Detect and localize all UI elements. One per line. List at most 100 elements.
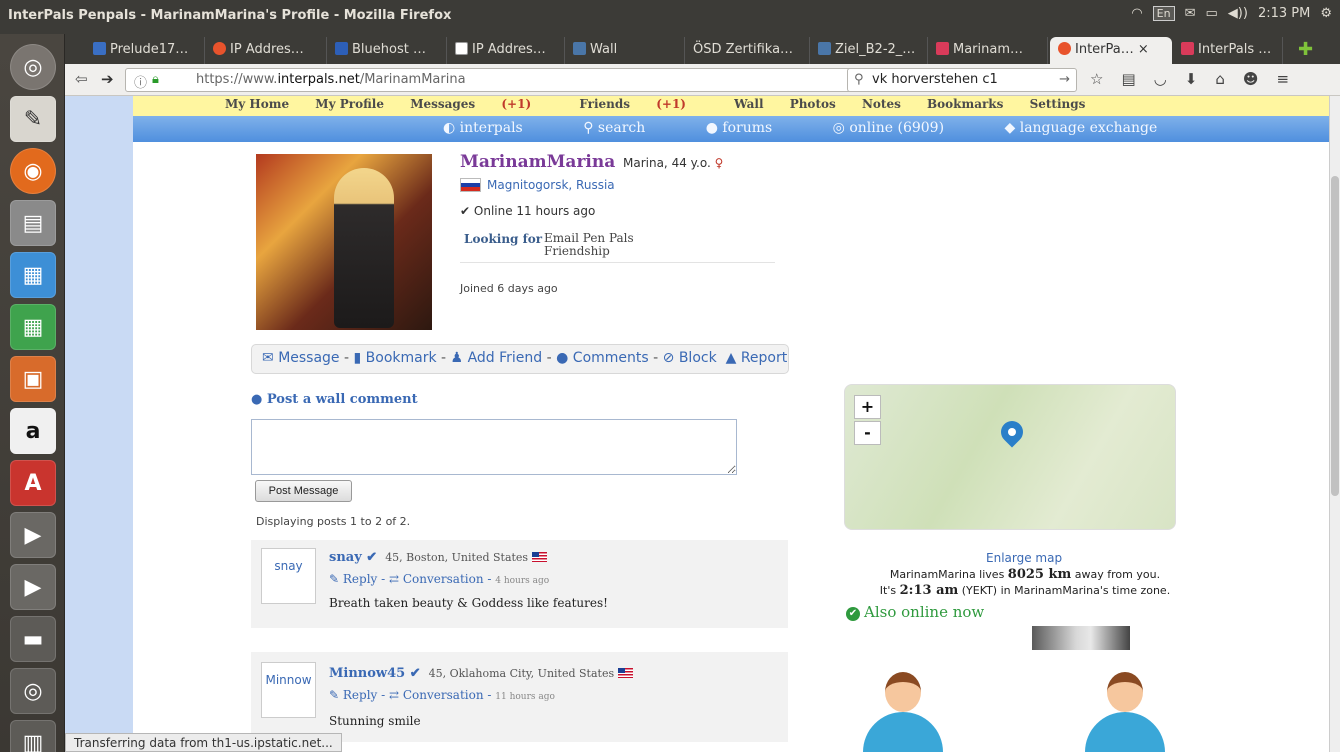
profile-photo[interactable] — [256, 154, 432, 330]
language-exchange-link[interactable]: ◆ language exchange — [1005, 120, 1186, 136]
launcher: ◎ ✎ ◉ ▤ ▦ ▦ ▣ a A ▶ ▶ ▬ ◎ ▥ — [0, 34, 65, 752]
zoom-out-button[interactable]: - — [854, 421, 881, 445]
poster-avatar[interactable]: snay — [261, 548, 316, 604]
ubuntu-dash-icon[interactable]: ◎ — [10, 44, 56, 90]
software-center-icon[interactable]: A — [10, 460, 56, 506]
tab-ip-address[interactable]: IP Addres… — [205, 37, 327, 64]
zoom-in-button[interactable]: + — [854, 395, 881, 419]
volume-icon[interactable]: ◀)) — [1228, 6, 1248, 21]
menu-my-home[interactable]: My Home — [225, 97, 289, 111]
online-user-avatar[interactable] — [863, 672, 943, 752]
search-link[interactable]: ⚲ search — [583, 120, 673, 136]
city-link[interactable]: Magnitogorsk — [487, 178, 568, 192]
menu-settings[interactable]: Settings — [1030, 97, 1086, 111]
menu-icon[interactable]: ≡ — [1276, 70, 1289, 88]
info-icon[interactable]: ⓘ — [134, 72, 147, 91]
wifi-icon[interactable]: ◠ — [1131, 6, 1142, 21]
menu-photos[interactable]: Photos — [790, 97, 836, 111]
url-bar[interactable]: ⓘ 🔒︎ https://www.interpals.net/MarinamMa… — [125, 68, 870, 92]
home-icon[interactable]: ⌂ — [1215, 70, 1225, 88]
verified-icon: ✔ — [409, 666, 421, 681]
vk-icon — [573, 42, 586, 55]
tab-marinam[interactable]: Marinam… — [928, 37, 1048, 64]
poster-avatar[interactable]: Minnow — [261, 662, 316, 718]
message-button[interactable]: ✉ Message — [262, 350, 340, 366]
online-user-avatar[interactable] — [1085, 672, 1165, 752]
firefox-icon[interactable]: ◉ — [10, 148, 56, 194]
new-tab-icon[interactable]: ✚ — [1290, 37, 1330, 64]
post-links: ✎ Reply - ⇄ Conversation - 11 hours ago — [329, 688, 555, 702]
search-go-icon[interactable]: → — [1059, 72, 1070, 87]
bookmark-button[interactable]: ▮ Bookmark — [354, 350, 437, 366]
conversation-link[interactable]: ⇄ Conversation — [389, 572, 484, 586]
location-map[interactable]: + - — [844, 384, 1176, 530]
poster-link[interactable]: snay — [329, 550, 362, 565]
writer-icon[interactable]: ▦ — [10, 252, 56, 298]
files-icon[interactable]: ▤ — [10, 200, 56, 246]
tab-interpals-active[interactable]: InterPa… × — [1050, 37, 1172, 64]
interpals-logo-link[interactable]: ◐ interpals — [443, 120, 551, 136]
conversation-link[interactable]: ⇄ Conversation — [389, 688, 484, 702]
tab-wall[interactable]: Wall — [565, 37, 685, 64]
menu-notes[interactable]: Notes — [862, 97, 901, 111]
reply-link[interactable]: ✎ Reply — [329, 688, 377, 702]
search-bar[interactable]: ⚲ vk horverstehen c1 → — [847, 68, 1077, 92]
mail-icon[interactable]: ✉ — [1185, 6, 1196, 21]
smiley-icon[interactable]: ☻ — [1243, 70, 1259, 88]
online-link[interactable]: ◎ online (6909) — [833, 120, 972, 136]
scrollbar-thumb[interactable] — [1331, 176, 1339, 496]
battery-icon[interactable]: ▭ — [1206, 6, 1218, 21]
tab-osd[interactable]: ÖSD Zertifika… — [685, 37, 810, 64]
distance-line: MarinamMarina lives 8025 km away from yo… — [889, 567, 1161, 582]
app-icon-2[interactable]: ▶ — [10, 564, 56, 610]
close-tab-icon[interactable]: × — [1138, 42, 1149, 57]
window-title: InterPals Penpals - MarinamMarina's Prof… — [8, 8, 452, 23]
nav-bar: ⇦ ➔ ⓘ 🔒︎ https://www.interpals.net/Marin… — [65, 64, 1340, 96]
wall-comment-input[interactable] — [251, 419, 737, 475]
menu-my-profile[interactable]: My Profile — [315, 97, 384, 111]
pocket-icon[interactable]: ◡ — [1154, 70, 1167, 88]
add-friend-button[interactable]: ♟ Add Friend — [451, 350, 543, 366]
menu-bookmarks[interactable]: Bookmarks — [927, 97, 1003, 111]
bookmark-star-icon[interactable]: ☆ — [1090, 70, 1103, 88]
post-message-button[interactable]: Post Message — [255, 480, 352, 502]
forward-icon[interactable]: ➔ — [101, 70, 114, 88]
clock[interactable]: 2:13 PM — [1258, 6, 1310, 21]
app-icon[interactable]: ▶ — [10, 512, 56, 558]
drive-icon[interactable]: ▬ — [10, 616, 56, 662]
post-body: Stunning smile — [329, 714, 421, 728]
calc-icon[interactable]: ▦ — [10, 304, 56, 350]
tab-bluehost[interactable]: Bluehost … — [327, 37, 447, 64]
tab-prelude[interactable]: Prelude17… — [85, 37, 205, 64]
report-button[interactable]: ▲ Report — [721, 350, 788, 366]
trash-icon[interactable]: ▥ — [10, 720, 56, 752]
amazon-icon[interactable]: a — [10, 408, 56, 454]
reply-link[interactable]: ✎ Reply — [329, 572, 377, 586]
online-user-photo[interactable] — [1032, 626, 1130, 650]
block-button[interactable]: ⊘ Block — [663, 350, 717, 366]
back-icon[interactable]: ⇦ — [75, 70, 88, 88]
menu-friends[interactable]: Friends (+1) — [579, 97, 708, 111]
menu-wall[interactable]: Wall — [734, 97, 763, 111]
forums-link[interactable]: ● forums — [706, 120, 800, 136]
impress-icon[interactable]: ▣ — [10, 356, 56, 402]
search-icon: ⚲ — [854, 72, 864, 87]
url-domain: interpals.net — [277, 72, 360, 87]
reader-icon[interactable]: ▤ — [1121, 70, 1135, 88]
enlarge-map-link[interactable]: Enlarge map — [986, 551, 1062, 565]
download-icon[interactable]: ⬇ — [1185, 70, 1198, 88]
poster-link[interactable]: Minnow45 — [329, 666, 405, 681]
keyboard-indicator[interactable]: En — [1152, 6, 1175, 21]
country-link[interactable]: Russia — [576, 178, 615, 192]
settings-gear-icon[interactable]: ⚙ — [1320, 6, 1332, 21]
tab-ziel[interactable]: Ziel_B2-2_… — [810, 37, 928, 64]
avatar-head — [885, 672, 921, 712]
menu-messages[interactable]: Messages (+1) — [410, 97, 553, 111]
text-editor-icon[interactable]: ✎ — [10, 96, 56, 142]
check-icon: ✔ — [460, 204, 471, 218]
tab-interpals-2[interactable]: InterPals … — [1173, 37, 1283, 64]
page-scrollbar[interactable] — [1329, 96, 1340, 752]
comments-button[interactable]: ● Comments — [556, 350, 649, 366]
dvd-icon[interactable]: ◎ — [10, 668, 56, 714]
tab-ip-address-2[interactable]: IP Addres… — [447, 37, 565, 64]
